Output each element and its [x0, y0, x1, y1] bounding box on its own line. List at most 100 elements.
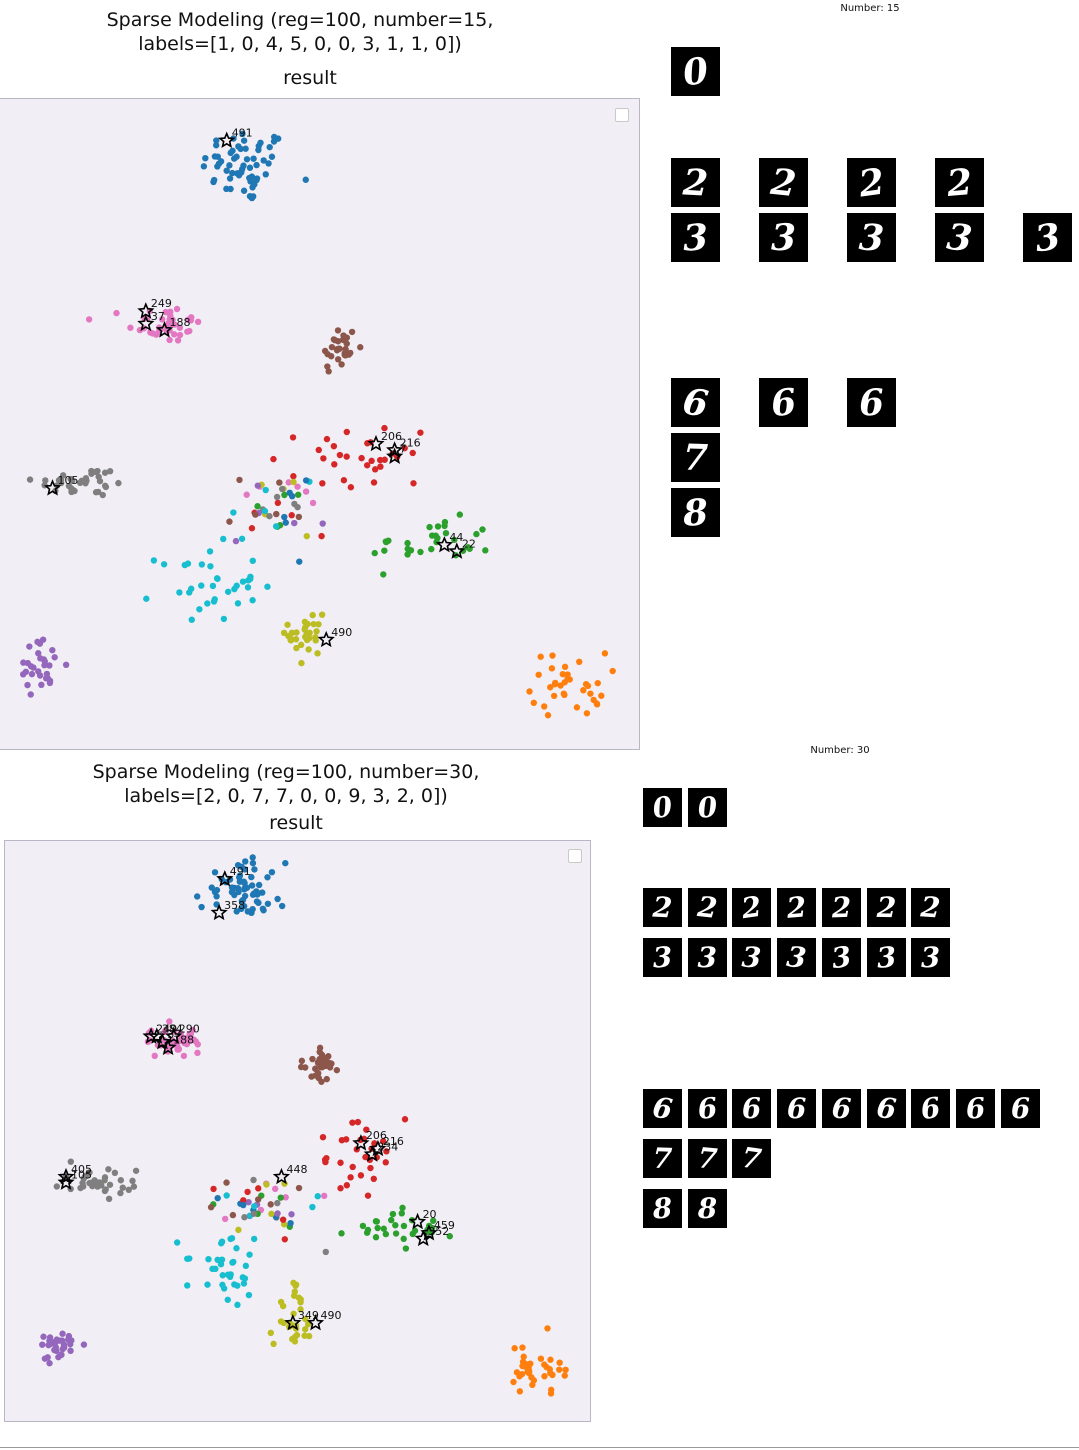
scatter-point: [210, 598, 218, 605]
scatter-point: [349, 1119, 356, 1126]
scatter-point: [374, 1224, 381, 1232]
scatter-point: [213, 137, 220, 144]
scatter-point: [526, 688, 533, 695]
scatter-point: [560, 690, 568, 697]
scatter-point: [302, 488, 310, 495]
scatter-point: [26, 643, 33, 650]
scatter-point: [105, 1166, 112, 1173]
digit-tile: 6: [911, 1089, 951, 1128]
scatter-point: [198, 582, 205, 589]
scatter-point: [238, 168, 245, 176]
digit-tile: 3: [777, 938, 817, 977]
digit-tile: 6: [866, 1089, 906, 1128]
scatter-point: [277, 1194, 284, 1201]
digit-tile: 3: [732, 938, 772, 977]
scatter-point: [266, 143, 273, 151]
digit-tile: 6: [821, 1089, 861, 1128]
scatter-point: [556, 1359, 563, 1366]
scatter-plot-1: 491 249 37 188 206 216 7 105 44 22 490: [0, 98, 640, 750]
scatter-point: [40, 656, 48, 663]
scatter-point: [210, 1185, 217, 1193]
scatter-point: [26, 476, 34, 483]
scatter-point: [372, 1234, 380, 1241]
scatter-point: [399, 1204, 406, 1212]
chart-1-title: Sparse Modeling (reg=100, number=15, lab…: [106, 9, 494, 55]
scatter-point: [272, 523, 280, 530]
star-label: 249: [151, 297, 172, 310]
digit-tile: 6: [759, 378, 808, 427]
scatter-svg-1: 49124937 18820621671054422490: [19, 127, 616, 719]
scatter-point: [27, 691, 34, 698]
scatter-point: [547, 1390, 555, 1397]
scatter-point: [279, 1216, 287, 1223]
scatter-point: [301, 626, 308, 633]
scatter-point: [510, 1378, 517, 1386]
scatter-point: [262, 171, 269, 178]
scatter-point: [289, 434, 297, 441]
scatter-point: [367, 1164, 374, 1172]
star-label: 105: [71, 1169, 92, 1182]
scatter-point: [94, 467, 101, 475]
scatter-point: [287, 1220, 294, 1227]
scatter-point: [524, 1368, 531, 1375]
star-label: 37: [151, 310, 165, 323]
scatter-point: [292, 1282, 299, 1289]
scatter-point: [410, 480, 417, 487]
legend-box-2: [568, 849, 582, 863]
scatter-point: [334, 356, 342, 363]
scatter-point: [209, 1265, 216, 1273]
scatter-point: [318, 611, 326, 618]
scatter-point: [214, 575, 221, 582]
scatter-point: [246, 193, 254, 200]
scatter-point: [51, 654, 58, 661]
scatter-point: [143, 595, 150, 602]
scatter-point: [404, 539, 411, 547]
scatter-point: [38, 681, 45, 689]
scatter-point: [380, 571, 387, 578]
scatter-point: [320, 455, 327, 462]
scatter-point: [349, 1163, 356, 1171]
scatter-point: [343, 428, 350, 436]
scatter-point: [220, 615, 228, 623]
scatter-point: [601, 650, 609, 657]
scatter-point: [551, 681, 559, 688]
scatter-point: [105, 1195, 113, 1203]
scatter-point: [548, 665, 556, 672]
digit-tile: 2: [671, 158, 720, 207]
scatter-point: [230, 509, 237, 516]
scatter-point: [363, 462, 371, 469]
scatter-point: [426, 523, 433, 531]
scatter-point: [221, 1215, 229, 1223]
scatter-point: [68, 488, 75, 496]
scatter-point: [101, 1177, 108, 1184]
scatter-point: [115, 479, 122, 487]
scatter-point: [232, 537, 240, 545]
scatter-point: [151, 1052, 158, 1060]
star-label: 491: [232, 127, 253, 140]
scatter-point: [250, 155, 257, 162]
scatter-point: [318, 532, 325, 540]
scatter-point: [530, 699, 538, 707]
scatter-point: [326, 1064, 334, 1071]
scatter-point: [95, 488, 102, 496]
scatter-point: [227, 1235, 234, 1243]
scatter-point: [255, 146, 262, 154]
scatter-point: [535, 671, 542, 678]
scatter-point: [240, 878, 248, 885]
digit-tile: 3: [643, 938, 682, 977]
scatter-point: [213, 893, 220, 900]
digit-tile: 0: [671, 47, 720, 96]
scatter-point: [113, 309, 120, 317]
scatter-point: [314, 650, 321, 657]
star-label: 490: [331, 626, 352, 639]
scatter-point: [210, 176, 218, 184]
scatter-point: [401, 1116, 409, 1123]
scatter-point: [240, 1201, 247, 1209]
star-label: 290: [179, 1022, 200, 1035]
scatter-point: [194, 893, 201, 900]
scatter-point: [202, 154, 209, 162]
scatter-point: [220, 535, 227, 543]
scatter-point: [333, 1066, 341, 1074]
scatter-point: [250, 1203, 258, 1210]
scatter-point: [244, 1188, 251, 1196]
